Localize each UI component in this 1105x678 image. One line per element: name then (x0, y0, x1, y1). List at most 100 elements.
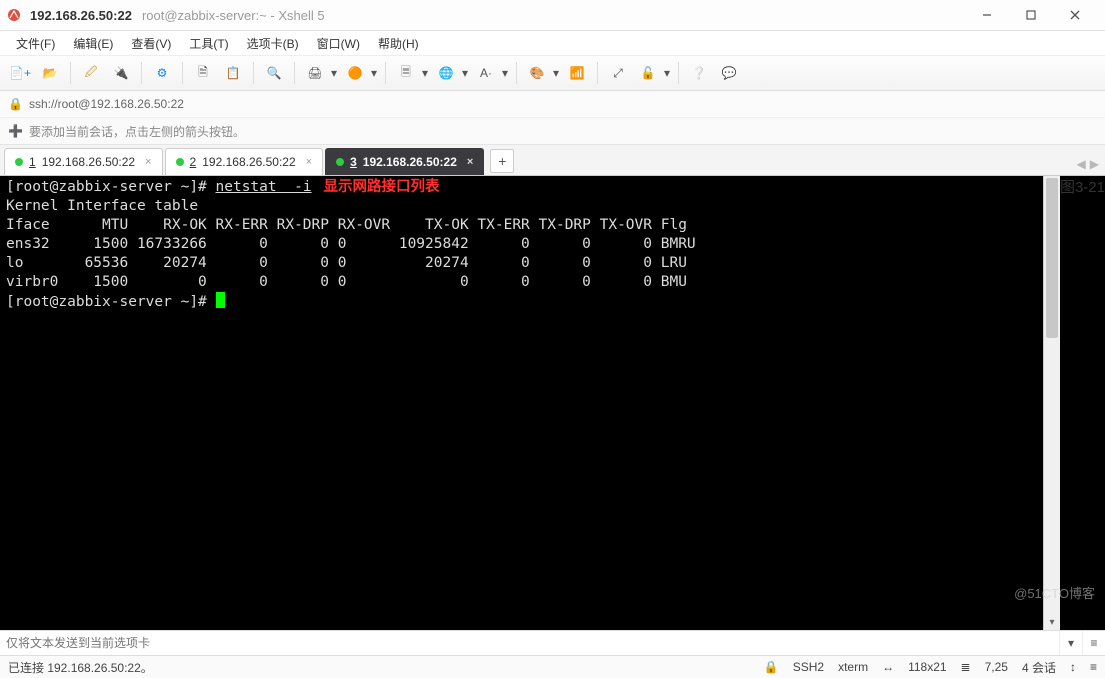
menu-0[interactable]: 文件(F) (8, 33, 63, 54)
send-menu-icon[interactable]: ≡ (1082, 631, 1105, 655)
status-size-icon: ↔ (882, 660, 894, 674)
terminal-line: [root@zabbix-server ~]# (6, 292, 1037, 312)
find-icon[interactable]: 🔍 (260, 59, 288, 87)
maximize-button[interactable] (1009, 1, 1053, 29)
chat-icon[interactable]: 💬 (715, 59, 743, 87)
print-icon-dropdown[interactable]: ▾ (329, 59, 339, 87)
hint-text: 要添加当前会话，点击左侧的箭头按钮。 (29, 123, 245, 140)
status-dot-icon (336, 158, 344, 166)
add-session-hint-icon[interactable]: ➕ (8, 124, 23, 138)
menu-1[interactable]: 编辑(E) (65, 33, 121, 54)
tab-nav: ◀ ▶ (1077, 157, 1099, 171)
encoding-icon-dropdown[interactable]: ▾ (420, 59, 430, 87)
lock-icon: 🔒 (8, 97, 23, 111)
paste-icon[interactable]: 📋 (219, 59, 247, 87)
session-tab-3[interactable]: 3 192.168.26.50:22× (325, 148, 484, 175)
hint-bar: ➕ 要添加当前会话，点击左侧的箭头按钮。 (0, 118, 1105, 145)
add-tab-button[interactable]: + (490, 149, 514, 173)
tab-next-icon[interactable]: ▶ (1090, 157, 1099, 171)
tab-close-icon[interactable]: × (145, 156, 151, 168)
status-conn: 已连接 192.168.26.50:22。 (8, 659, 153, 676)
titlebar: 192.168.26.50:22 root@zabbix-server:~ - … (0, 0, 1105, 31)
send-bar: ▾ ≡ (0, 630, 1105, 655)
terminal-scrollbar[interactable]: ▴ ▾ (1043, 176, 1060, 630)
status-dot-icon (176, 158, 184, 166)
compose-bar-icon[interactable]: ⤢ (604, 59, 632, 87)
tab-close-icon[interactable]: × (467, 156, 473, 168)
print-icon[interactable]: 🖨 (301, 59, 329, 87)
address-bar[interactable]: 🔒 ssh://root@192.168.26.50:22 (0, 91, 1105, 118)
lock-icon-dropdown[interactable]: ▾ (662, 59, 672, 87)
figure-label: 图3-21 (1060, 176, 1105, 630)
status-cursor-icon: ≣ (961, 660, 971, 674)
color-icon-dropdown[interactable]: ▾ (551, 59, 561, 87)
menu-6[interactable]: 帮助(H) (370, 33, 427, 54)
status-term: xterm (838, 660, 868, 674)
globe-icon[interactable]: 🌐 (432, 59, 460, 87)
menu-5[interactable]: 窗口(W) (309, 33, 368, 54)
menu-3[interactable]: 工具(T) (181, 33, 236, 54)
terminal-line: virbr0 1500 0 0 0 0 0 0 0 0 BMU (6, 273, 1037, 292)
encoding-icon[interactable]: 🗏 (392, 59, 420, 87)
toolbar-separator (70, 62, 71, 84)
toolbar-separator (182, 62, 183, 84)
minimize-button[interactable] (965, 1, 1009, 29)
menu-2[interactable]: 查看(V) (123, 33, 179, 54)
menubar: 文件(F)编辑(E)查看(V)工具(T)选项卡(B)窗口(W)帮助(H) (0, 31, 1105, 56)
tab-number: 2 (190, 155, 197, 169)
terminal-area: [root@zabbix-server ~]# netstat -i显示网路接口… (0, 176, 1105, 630)
status-num-icon: ≡ (1090, 660, 1097, 674)
send-target-dropdown[interactable]: ▾ (1059, 631, 1082, 655)
clear-icon[interactable]: 🟠 (341, 59, 369, 87)
terminal-line: lo 65536 20274 0 0 0 20274 0 0 0 LRU (6, 254, 1037, 273)
terminal-line: Kernel Interface table (6, 197, 1037, 216)
toolbar-separator (597, 62, 598, 84)
tab-label: 192.168.26.50:22 (42, 155, 135, 169)
font-icon[interactable]: A· (472, 59, 500, 87)
new-session-icon[interactable]: 📄+ (6, 59, 34, 87)
status-ssh-lock-icon: 🔒 (764, 660, 779, 674)
color-icon[interactable]: 🎨 (523, 59, 551, 87)
tab-close-icon[interactable]: × (306, 156, 312, 168)
clear-icon-dropdown[interactable]: ▾ (369, 59, 379, 87)
toolbar-separator (678, 62, 679, 84)
terminal-line: Iface MTU RX-OK RX-ERR RX-DRP RX-OVR TX-… (6, 216, 1037, 235)
open-session-icon[interactable]: 📂 (36, 59, 64, 87)
snippets-icon[interactable]: 🗎 (189, 59, 217, 87)
help-icon[interactable]: ❔ (685, 59, 713, 87)
toolbar: 📄+📂🖉🔌⚙🗎📋🔍🖨▾🟠▾🗏▾🌐▾A·▾🎨▾📶⤢🔓▾❔💬 (0, 56, 1105, 91)
terminal[interactable]: [root@zabbix-server ~]# netstat -i显示网路接口… (0, 176, 1043, 630)
menu-4[interactable]: 选项卡(B) (239, 33, 307, 54)
tab-number: 1 (29, 155, 36, 169)
session-tabstrip: 1 192.168.26.50:22×2 192.168.26.50:22×3 … (0, 145, 1105, 176)
status-cap-icon: ↕ (1070, 660, 1076, 674)
scroll-down-icon[interactable]: ▾ (1044, 614, 1060, 630)
status-size: 118x21 (908, 660, 946, 674)
refresh-icon[interactable]: 📶 (563, 59, 591, 87)
toolbar-separator (141, 62, 142, 84)
reconnect-icon[interactable]: 🖉 (77, 59, 105, 87)
toolbar-separator (294, 62, 295, 84)
status-ssh: SSH2 (793, 660, 824, 674)
lock-icon[interactable]: 🔓 (634, 59, 662, 87)
tab-prev-icon[interactable]: ◀ (1077, 157, 1086, 171)
send-input[interactable] (0, 636, 1059, 650)
status-cursor: 7,25 (985, 660, 1008, 674)
session-tab-2[interactable]: 2 192.168.26.50:22 × (165, 148, 324, 175)
toolbar-separator (385, 62, 386, 84)
disconnect-icon[interactable]: 🔌 (107, 59, 135, 87)
close-button[interactable] (1053, 1, 1097, 29)
properties-icon[interactable]: ⚙ (148, 59, 176, 87)
toolbar-separator (516, 62, 517, 84)
address-text: ssh://root@192.168.26.50:22 (29, 97, 184, 111)
terminal-line: ens32 1500 16733266 0 0 0 10925842 0 0 0… (6, 235, 1037, 254)
status-bar: 已连接 192.168.26.50:22。 🔒 SSH2 xterm ↔ 118… (0, 655, 1105, 678)
globe-icon-dropdown[interactable]: ▾ (460, 59, 470, 87)
tab-label: 192.168.26.50:22 (202, 155, 295, 169)
window-title-main: 192.168.26.50:22 (30, 8, 132, 23)
terminal-line: [root@zabbix-server ~]# netstat -i显示网路接口… (6, 178, 1037, 197)
font-icon-dropdown[interactable]: ▾ (500, 59, 510, 87)
tab-number: 3 (350, 155, 357, 169)
session-tab-1[interactable]: 1 192.168.26.50:22 × (4, 148, 163, 175)
scroll-thumb[interactable] (1046, 178, 1058, 338)
